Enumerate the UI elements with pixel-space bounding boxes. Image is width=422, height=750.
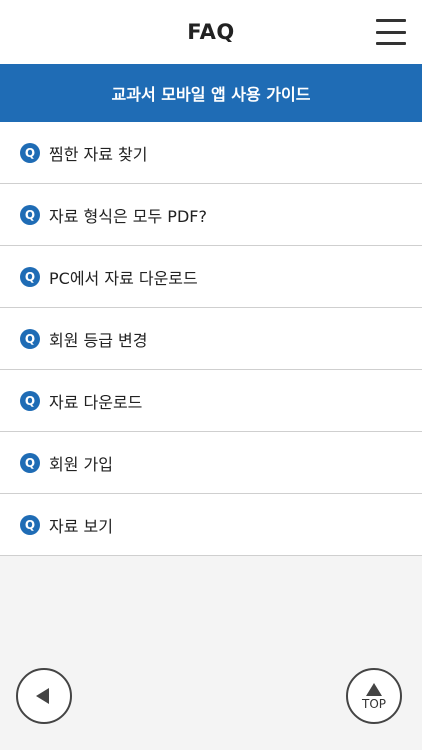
faq-item-label: 자료 다운로드 xyxy=(49,392,143,412)
top-label: TOP xyxy=(361,696,386,711)
scroll-top-button[interactable]: TOP xyxy=(346,668,402,724)
app-header: FAQ xyxy=(0,0,422,64)
up-arrow-icon xyxy=(366,682,382,696)
q-badge-icon: Q xyxy=(20,452,40,473)
faq-item[interactable]: Q 회원 가입 xyxy=(0,432,422,494)
left-arrow-icon xyxy=(36,688,49,704)
guide-banner[interactable]: 교과서 모바일 앱 사용 가이드 xyxy=(0,64,422,122)
faq-item-label: 찜한 자료 찾기 xyxy=(49,144,148,164)
faq-item[interactable]: Q 자료 형식은 모두 PDF? xyxy=(0,184,422,246)
q-badge-icon: Q xyxy=(20,266,40,287)
faq-item[interactable]: Q 자료 다운로드 xyxy=(0,370,422,432)
q-badge-icon: Q xyxy=(20,204,40,225)
hamburger-menu-icon[interactable] xyxy=(376,19,406,45)
faq-item-label: PC에서 자료 다운로드 xyxy=(49,268,198,288)
q-badge-icon: Q xyxy=(20,142,40,163)
q-badge-icon: Q xyxy=(20,390,40,411)
q-badge-icon: Q xyxy=(20,328,40,349)
faq-item[interactable]: Q 자료 보기 xyxy=(0,494,422,556)
faq-item-label: 회원 가입 xyxy=(49,454,113,474)
faq-item-label: 회원 등급 변경 xyxy=(49,330,148,350)
page-title: FAQ xyxy=(187,20,235,44)
faq-item-label: 자료 보기 xyxy=(49,516,113,536)
faq-item[interactable]: Q 찜한 자료 찾기 xyxy=(0,122,422,184)
faq-list: Q 찜한 자료 찾기 Q 자료 형식은 모두 PDF? Q PC에서 자료 다운… xyxy=(0,122,422,556)
faq-item[interactable]: Q 회원 등급 변경 xyxy=(0,308,422,370)
back-button[interactable] xyxy=(16,668,72,724)
faq-item-label: 자료 형식은 모두 PDF? xyxy=(49,206,207,226)
faq-item[interactable]: Q PC에서 자료 다운로드 xyxy=(0,246,422,308)
q-badge-icon: Q xyxy=(20,514,40,535)
